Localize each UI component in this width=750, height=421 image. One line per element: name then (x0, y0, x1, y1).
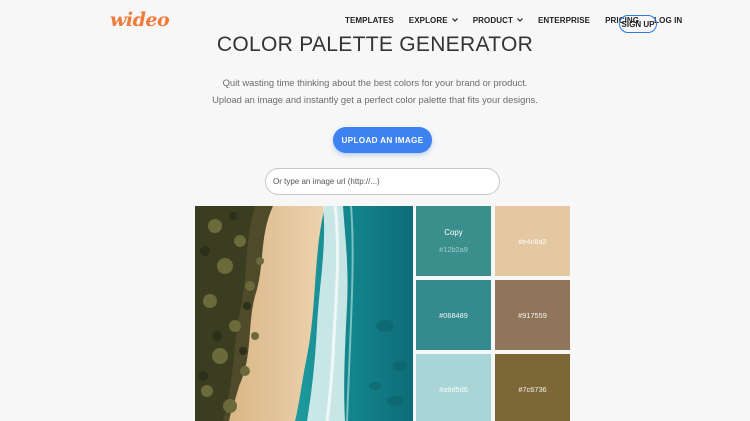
palette-swatch-2[interactable]: #e4c8a2 (495, 206, 570, 276)
swatch-hex: #12b2a9 (439, 245, 468, 254)
chevron-down-icon (451, 17, 458, 24)
swatch-hex: #a9d5d6 (439, 384, 468, 394)
swatch-hex: #068489 (439, 310, 468, 320)
palette-swatch-3[interactable]: #068489 (416, 280, 491, 350)
subtitle-line-1: Quit wasting time thinking about the bes… (222, 77, 528, 88)
chevron-down-icon (517, 17, 523, 24)
image-url-input[interactable] (265, 168, 500, 195)
palette-swatch-1[interactable]: Copy #12b2a9 (416, 206, 491, 276)
wideo-logo[interactable]: wideo (110, 9, 170, 31)
page-title: COLOR PALETTE GENERATOR (216, 33, 534, 56)
palette-swatch-6[interactable]: #7c6736 (495, 354, 570, 421)
swatch-hex: #e4c8a2 (518, 236, 547, 246)
page: wideo TEMPLATES EXPLORE PRODUCT ENTERPRI… (0, 0, 750, 421)
nav-login-label: LOG IN (654, 16, 683, 25)
uploaded-beach-image (195, 206, 413, 421)
nav-enterprise[interactable]: ENTERPRISE (538, 16, 590, 25)
nav-explore-label: EXPLORE (408, 16, 448, 25)
nav-enterprise-label: ENTERPRISE (537, 16, 591, 25)
nav-product-label: PRODUCT (472, 16, 513, 25)
copy-label[interactable]: Copy (444, 228, 462, 237)
nav-product[interactable]: PRODUCT (473, 16, 523, 25)
nav-templates[interactable]: TEMPLATES (345, 16, 394, 25)
palette-swatch-4[interactable]: #917559 (495, 280, 570, 350)
palette-swatch-5[interactable]: #a9d5d6 (416, 354, 491, 421)
nav-explore[interactable]: EXPLORE (409, 16, 458, 25)
swatch-hex: #917559 (518, 310, 547, 320)
swatch-hex: #7c6736 (518, 384, 547, 394)
subtitle-line-2: Upload an image and instantly get a perf… (212, 94, 538, 105)
nav-login[interactable]: LOG IN (654, 16, 682, 25)
nav-templates-label: TEMPLATES (345, 16, 394, 25)
signup-button[interactable]: SIGN UP (619, 15, 657, 33)
upload-image-button[interactable]: UPLOAD AN IMAGE (333, 127, 432, 153)
